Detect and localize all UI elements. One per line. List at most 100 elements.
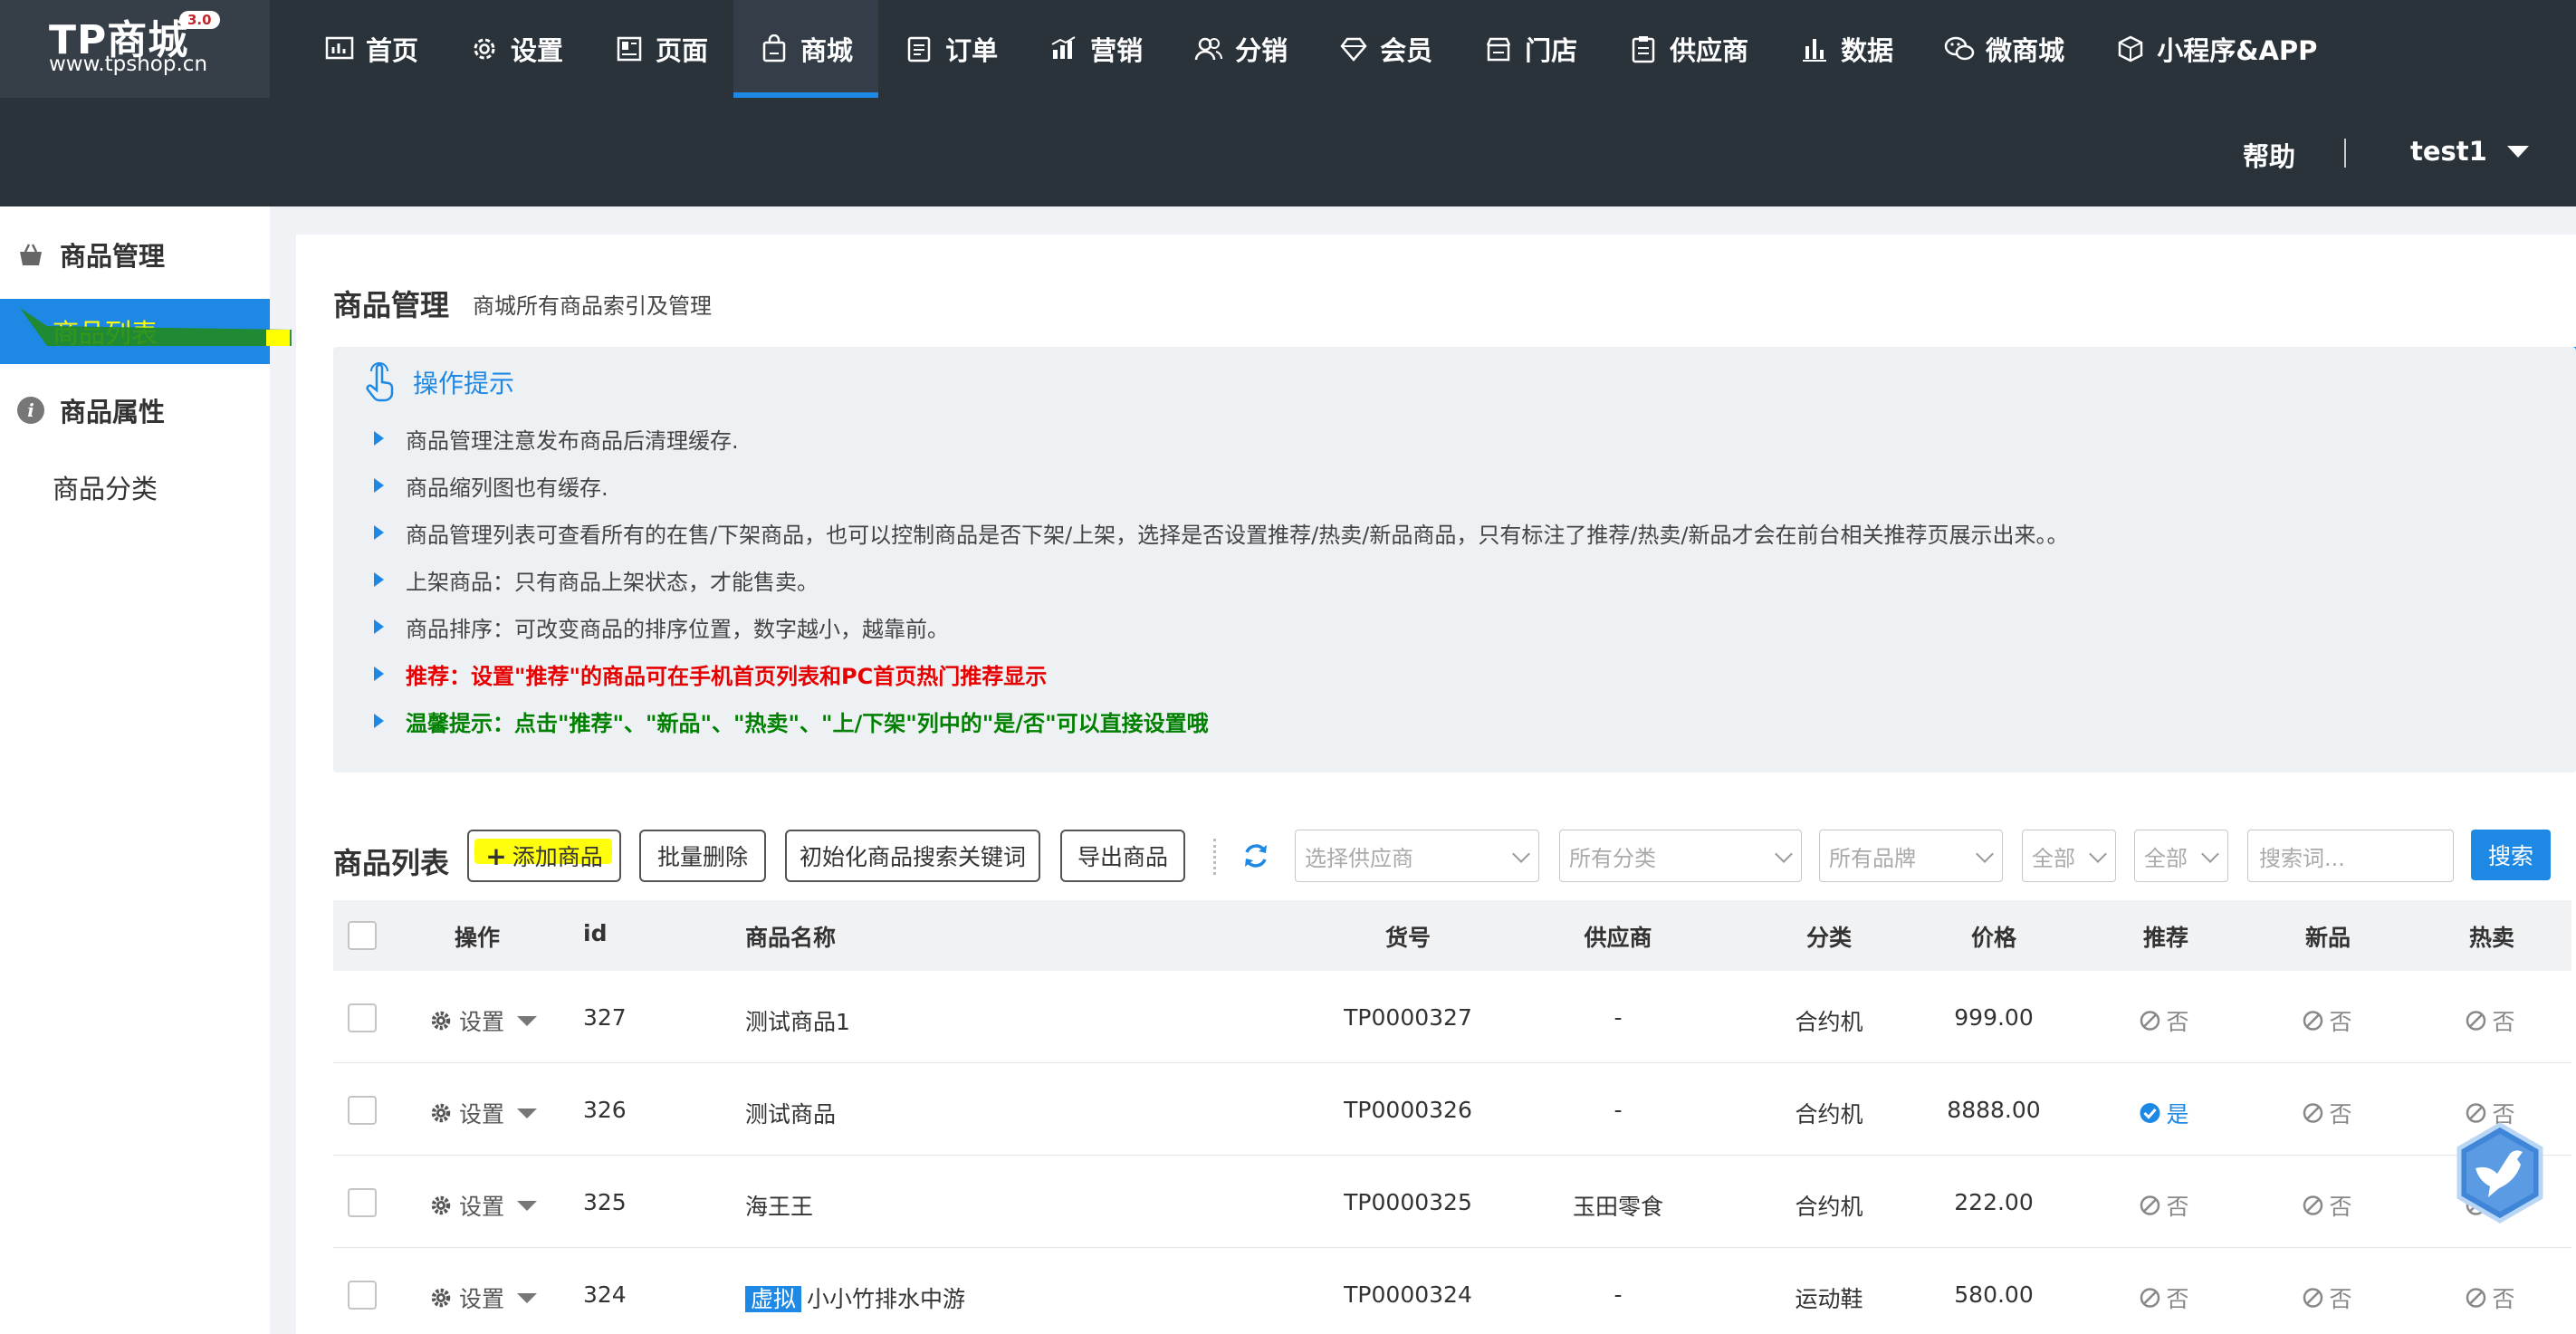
supplier-select[interactable]: 选择供应商 [1295, 830, 1539, 882]
nav-members[interactable]: 会员 [1313, 0, 1458, 98]
tip-item: 上架商品：只有商品上架状态，才能售卖。 [374, 564, 819, 595]
cell-name[interactable]: 海王王 [745, 1189, 813, 1222]
nav-miniprogram-app[interactable]: 小程序&APP [2090, 0, 2342, 98]
nav-home[interactable]: 首页 [299, 0, 444, 98]
sidebar-group-attributes[interactable]: i 商品属性 [16, 390, 165, 430]
status-select[interactable]: 全部 [2022, 830, 2116, 882]
nav-marketing[interactable]: 营销 [1023, 0, 1168, 98]
logo[interactable]: TP商城 3.0 www.tpshop.cn [0, 0, 270, 98]
button-label: 添加商品 [512, 844, 603, 870]
brand-select[interactable]: 所有品牌 [1819, 830, 2003, 882]
flag-value: 否 [2492, 1009, 2515, 1035]
chevron-down-icon [1775, 845, 1793, 863]
button-label: 搜索 [2487, 843, 2533, 869]
sidebar-item-goods-category[interactable]: 商品分类 [0, 455, 270, 520]
search-button[interactable]: 搜索 [2471, 830, 2551, 880]
cell-name[interactable]: 测试商品 [745, 1097, 836, 1129]
row-checkbox[interactable] [348, 1003, 377, 1032]
ban-icon [2140, 1011, 2160, 1031]
pointer-hand-icon [362, 362, 398, 402]
select-value: 所有品牌 [1829, 845, 1916, 871]
flag-value: 否 [2329, 1009, 2352, 1035]
tip-item-hint: 温馨提示：点击"推荐"、"新品"、"热卖"、"上/下架"列中的"是/否"可以直接… [374, 705, 1209, 736]
gear-icon [431, 1288, 451, 1308]
row-settings-dropdown[interactable]: 设置 [430, 1189, 538, 1222]
nav-label: 供应商 [1670, 35, 1749, 66]
nav-shop[interactable]: 商城 [733, 0, 879, 98]
nav-data[interactable]: 数据 [1774, 0, 1919, 98]
row-checkbox[interactable] [348, 1188, 377, 1217]
recommend-toggle[interactable]: 否 [2139, 1004, 2189, 1037]
nav-stores[interactable]: 门店 [1458, 0, 1603, 98]
goods-name: 测试商品1 [745, 1009, 850, 1035]
category-select[interactable]: 所有分类 [1559, 830, 1802, 882]
tip-text: 商品管理注意发布商品后清理缓存. [406, 427, 739, 454]
cell-price: 8888.00 [1947, 1097, 2041, 1123]
row-settings-dropdown[interactable]: 设置 [430, 1004, 538, 1037]
row-checkbox[interactable] [348, 1096, 377, 1125]
tip-text: 上架商品：只有商品上架状态，才能售卖。 [406, 569, 819, 595]
logo-url: www.tpshop.cn [49, 53, 208, 76]
cell-sku: TP0000327 [1344, 1004, 1472, 1031]
col-recommend: 推荐 [2142, 925, 2189, 951]
sidebar-group-title: 商品属性 [60, 397, 166, 427]
sidebar-item-goods-list[interactable]: 商品列表 [0, 299, 270, 364]
nav-label: 小程序&APP [2157, 35, 2318, 66]
row-settings-dropdown[interactable]: 设置 [430, 1097, 538, 1129]
new-toggle[interactable]: 否 [2302, 1281, 2352, 1314]
nav-settings[interactable]: 设置 [444, 0, 589, 98]
user-menu[interactable]: test1 [2410, 136, 2529, 167]
nav-orders[interactable]: 订单 [878, 0, 1023, 98]
cube-icon [2115, 34, 2146, 64]
recommend-toggle[interactable]: 否 [2139, 1189, 2189, 1222]
row-checkbox[interactable] [348, 1281, 377, 1310]
cell-sku: TP0000324 [1344, 1281, 1472, 1308]
bird-assistant-button[interactable] [2452, 1121, 2548, 1224]
export-goods-button[interactable]: 导出商品 [1060, 830, 1185, 882]
cell-name[interactable]: 虚拟 小小竹排水中游 [745, 1281, 965, 1314]
dashboard-icon [324, 34, 355, 64]
cell-name[interactable]: 测试商品1 [745, 1004, 850, 1037]
new-toggle[interactable]: 否 [2302, 1189, 2352, 1222]
init-keywords-button[interactable]: 初始化商品搜索关键词 [785, 830, 1040, 882]
select-all-checkbox[interactable] [348, 921, 377, 950]
nav-distribution[interactable]: 分销 [1168, 0, 1313, 98]
hot-toggle[interactable]: 否 [2465, 1281, 2515, 1314]
type-select[interactable]: 全部 [2134, 830, 2228, 882]
nav-suppliers[interactable]: 供应商 [1603, 0, 1774, 98]
cell-supplier: - [1614, 1097, 1623, 1123]
cell-category: 合约机 [1795, 1101, 1863, 1128]
sidebar-item-label: 商品列表 [53, 318, 158, 349]
tip-item: 商品管理注意发布商品后清理缓存. [374, 423, 739, 454]
recommend-toggle[interactable]: 是 [2139, 1097, 2189, 1129]
hot-toggle[interactable]: 否 [2465, 1004, 2515, 1037]
help-link[interactable]: 帮助 [2243, 136, 2295, 174]
nav-wechat-shop[interactable]: 微商城 [1919, 0, 2090, 98]
cell-id: 325 [583, 1189, 627, 1215]
tips-header[interactable]: 操作提示 [362, 362, 514, 402]
page-icon [614, 34, 645, 64]
flag-value: 否 [2166, 1194, 2189, 1220]
col-price: 价格 [1970, 925, 2017, 951]
triangle-bullet-icon [374, 525, 384, 540]
recommend-toggle[interactable]: 否 [2139, 1281, 2189, 1314]
ban-icon [2140, 1195, 2160, 1215]
ban-icon [2466, 1288, 2486, 1308]
table-header [333, 900, 2571, 971]
col-hot: 热卖 [2468, 925, 2515, 951]
cell-category: 运动鞋 [1795, 1286, 1863, 1312]
main-nav: 首页 设置 页面 商城 订单 营销 分销 会员 门店 供应商 数据 微商城 小程… [299, 0, 2342, 98]
sidebar-group-goods[interactable]: 商品管理 [16, 235, 165, 274]
search-input[interactable]: 搜索词... [2247, 830, 2454, 882]
row-settings-dropdown[interactable]: 设置 [430, 1281, 538, 1314]
refresh-icon[interactable] [1240, 840, 1271, 871]
nav-label: 商城 [800, 35, 854, 66]
new-toggle[interactable]: 否 [2302, 1004, 2352, 1037]
batch-delete-button[interactable]: 批量删除 [639, 830, 766, 882]
nav-label: 分销 [1235, 35, 1288, 66]
add-goods-button[interactable]: + 添加商品 [467, 830, 621, 882]
nav-pages[interactable]: 页面 [589, 0, 733, 98]
col-id[interactable]: id [583, 920, 607, 946]
new-toggle[interactable]: 否 [2302, 1097, 2352, 1129]
cell-price: 580.00 [1954, 1281, 2034, 1308]
